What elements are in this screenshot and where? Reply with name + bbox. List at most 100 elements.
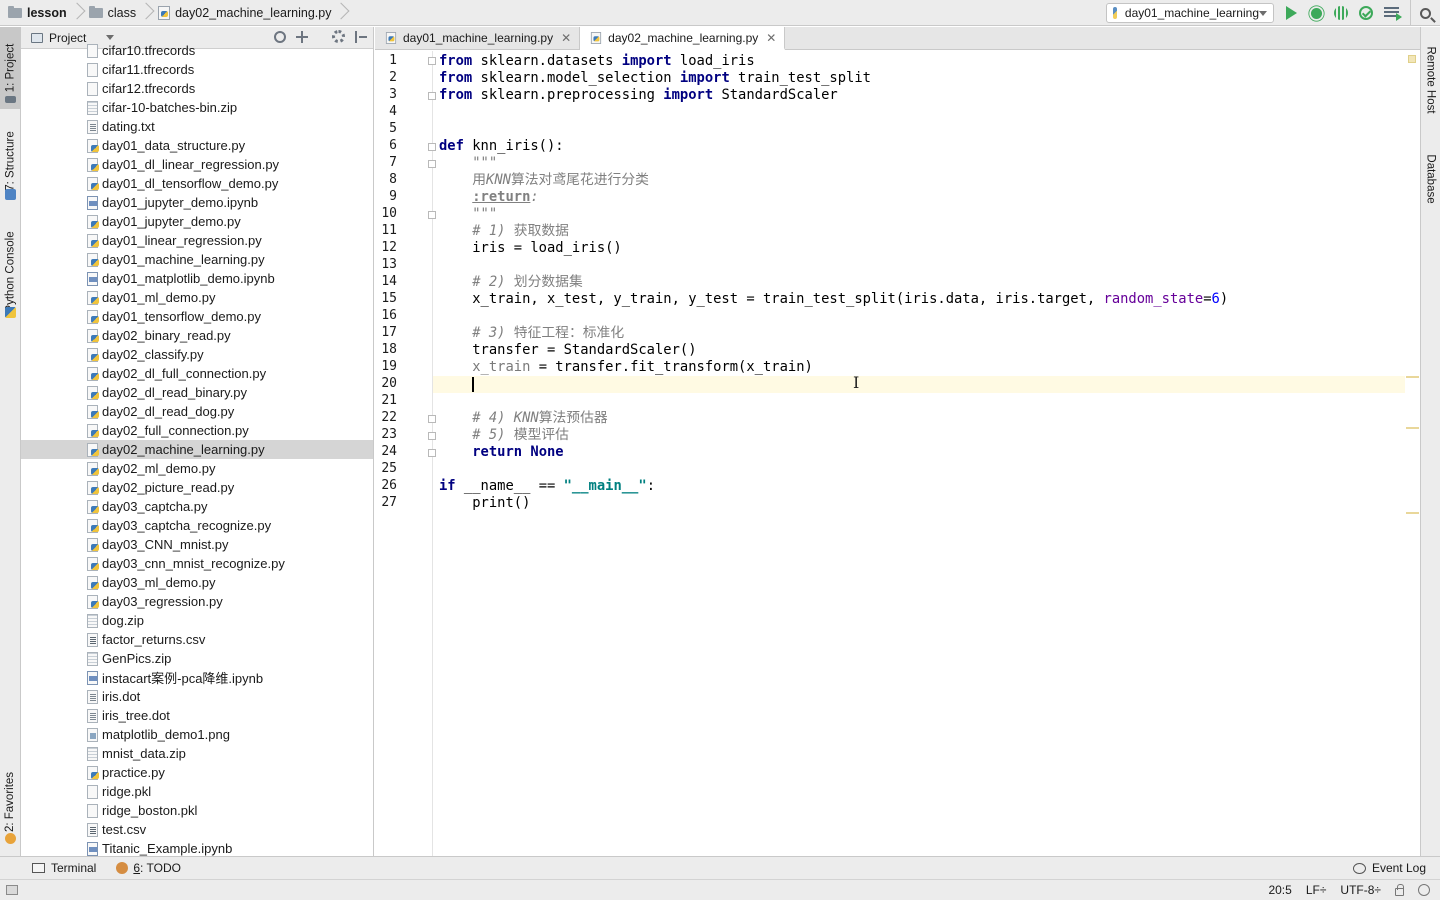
file-tree-item[interactable]: cifar12.tfrecords <box>21 79 373 98</box>
close-icon[interactable]: ✕ <box>766 31 776 45</box>
profile-button[interactable] <box>1357 4 1375 22</box>
file-tree-item[interactable]: factor_returns.csv <box>21 630 373 649</box>
line-number[interactable]: 4 <box>375 104 397 119</box>
file-tree-item[interactable]: cifar11.tfrecords <box>21 60 373 79</box>
file-tree-item[interactable]: day02_full_connection.py <box>21 421 373 440</box>
toggle-tool-windows-icon[interactable] <box>6 885 18 895</box>
fold-marker-icon[interactable] <box>428 160 436 168</box>
scroll-marker[interactable] <box>1406 512 1419 514</box>
close-icon[interactable]: ✕ <box>561 31 571 45</box>
breadcrumb-item-file[interactable]: day02_machine_learning.py <box>150 0 337 26</box>
line-number[interactable]: 11 <box>375 223 397 238</box>
editor-tab-day01[interactable]: day01_machine_learning.py ✕ <box>375 27 581 49</box>
fold-marker-icon[interactable] <box>428 211 436 219</box>
file-tree-item[interactable]: day01_jupyter_demo.py <box>21 212 373 231</box>
file-tree-item[interactable]: day01_dl_tensorflow_demo.py <box>21 174 373 193</box>
file-tree-item[interactable]: day03_CNN_mnist.py <box>21 535 373 554</box>
file-encoding[interactable]: UTF-8÷ <box>1340 883 1381 897</box>
file-tree-item[interactable]: day02_ml_demo.py <box>21 459 373 478</box>
code-editor[interactable]: 1 2 3 4 5 6 7 8 9 10 11 12 13 14 15 16 17 18 19 20 21 22 23 24 2… <box>375 51 1420 856</box>
line-number[interactable]: 2 <box>375 70 397 85</box>
line-number[interactable]: 8 <box>375 172 397 187</box>
file-tree-item[interactable]: day02_dl_read_dog.py <box>21 402 373 421</box>
line-number[interactable]: 6 <box>375 138 397 153</box>
search-everywhere-button[interactable] <box>1410 0 1440 26</box>
line-number[interactable]: 9 <box>375 189 397 204</box>
file-tree-item[interactable]: day03_captcha.py <box>21 497 373 516</box>
file-tree-item[interactable]: Titanic_Example.ipynb <box>21 839 373 856</box>
fold-marker-icon[interactable] <box>428 57 436 65</box>
line-number[interactable]: 21 <box>375 393 397 408</box>
line-number[interactable]: 27 <box>375 495 397 510</box>
file-tree-item[interactable]: iris.dot <box>21 687 373 706</box>
fold-marker-icon[interactable] <box>428 415 436 423</box>
file-tree-item[interactable]: day01_linear_regression.py <box>21 231 373 250</box>
inspector-icon[interactable] <box>1418 884 1430 896</box>
lock-icon[interactable] <box>1395 883 1404 896</box>
breadcrumb-item-class[interactable]: class <box>81 0 142 26</box>
run-tasks-button[interactable] <box>1382 4 1402 22</box>
file-tree-item[interactable]: ridge.pkl <box>21 782 373 801</box>
line-number[interactable]: 3 <box>375 87 397 102</box>
file-tree-item[interactable]: day01_data_structure.py <box>21 136 373 155</box>
run-button[interactable] <box>1282 4 1300 22</box>
line-number[interactable]: 20 <box>375 376 397 391</box>
fold-marker-icon[interactable] <box>428 432 436 440</box>
scroll-marker[interactable] <box>1406 376 1419 378</box>
line-number[interactable]: 5 <box>375 121 397 136</box>
file-tree-item[interactable]: iris_tree.dot <box>21 706 373 725</box>
file-tree-item[interactable]: mnist_data.zip <box>21 744 373 763</box>
inspection-status-icon[interactable] <box>1408 55 1416 63</box>
editor-scroll-markers[interactable] <box>1405 51 1420 856</box>
line-number[interactable]: 18 <box>375 342 397 357</box>
file-tree-item[interactable]: day01_tensorflow_demo.py <box>21 307 373 326</box>
editor-tab-day02[interactable]: day02_machine_learning.py ✕ <box>580 27 786 50</box>
file-tree-item[interactable]: day03_regression.py <box>21 592 373 611</box>
file-tree-item[interactable]: ridge_boston.pkl <box>21 801 373 820</box>
file-tree-item[interactable]: cifar-10-batches-bin.zip <box>21 98 373 117</box>
line-number[interactable]: 10 <box>375 206 397 221</box>
file-tree-item[interactable]: day02_picture_read.py <box>21 478 373 497</box>
file-tree-item[interactable]: dating.txt <box>21 117 373 136</box>
caret-position[interactable]: 20:5 <box>1268 883 1291 897</box>
line-number[interactable]: 12 <box>375 240 397 255</box>
line-number[interactable]: 22 <box>375 410 397 425</box>
file-tree-item[interactable]: day01_machine_learning.py <box>21 250 373 269</box>
file-tree-item[interactable]: day02_classify.py <box>21 345 373 364</box>
tool-tab-remote-host[interactable]: Remote Host <box>1421 35 1440 125</box>
file-tree-item[interactable]: instacart案例-pca降维.ipynb <box>21 668 373 687</box>
run-configuration-select[interactable]: day01_machine_learning <box>1106 3 1274 23</box>
fold-marker-icon[interactable] <box>428 143 436 151</box>
line-number[interactable]: 17 <box>375 325 397 340</box>
debug-button[interactable] <box>1307 4 1325 22</box>
file-tree-item[interactable]: day02_binary_read.py <box>21 326 373 345</box>
todo-button[interactable]: 6: TODO <box>116 861 191 875</box>
file-tree-item[interactable]: cifar10.tfrecords <box>21 41 373 60</box>
terminal-button[interactable]: Terminal <box>32 861 106 875</box>
file-tree-item[interactable]: practice.py <box>21 763 373 782</box>
line-separator[interactable]: LF÷ <box>1306 883 1327 897</box>
file-tree-item[interactable]: day02_dl_read_binary.py <box>21 383 373 402</box>
file-tree-item[interactable]: day01_ml_demo.py <box>21 288 373 307</box>
file-tree-item[interactable]: day01_matplotlib_demo.ipynb <box>21 269 373 288</box>
file-tree-item[interactable]: matplotlib_demo1.png <box>21 725 373 744</box>
line-number[interactable]: 23 <box>375 427 397 442</box>
breadcrumb-item-lesson[interactable]: lesson <box>0 0 73 26</box>
tool-tab-database[interactable]: Database <box>1421 139 1440 219</box>
fold-marker-icon[interactable] <box>428 92 436 100</box>
line-number[interactable]: 13 <box>375 257 397 272</box>
event-log-button[interactable]: Event Log <box>1352 861 1426 875</box>
file-tree-item[interactable]: day03_ml_demo.py <box>21 573 373 592</box>
file-tree-item[interactable]: test.csv <box>21 820 373 839</box>
line-number[interactable]: 14 <box>375 274 397 289</box>
line-number[interactable]: 24 <box>375 444 397 459</box>
coverage-button[interactable] <box>1332 4 1350 22</box>
file-tree-item[interactable]: day02_dl_full_connection.py <box>21 364 373 383</box>
file-tree-item[interactable]: day01_dl_linear_regression.py <box>21 155 373 174</box>
line-number[interactable]: 19 <box>375 359 397 374</box>
file-tree-item[interactable]: dog.zip <box>21 611 373 630</box>
line-number[interactable]: 25 <box>375 461 397 476</box>
line-number[interactable]: 1 <box>375 53 397 68</box>
file-tree-item[interactable]: day03_cnn_mnist_recognize.py <box>21 554 373 573</box>
fold-marker-icon[interactable] <box>428 449 436 457</box>
